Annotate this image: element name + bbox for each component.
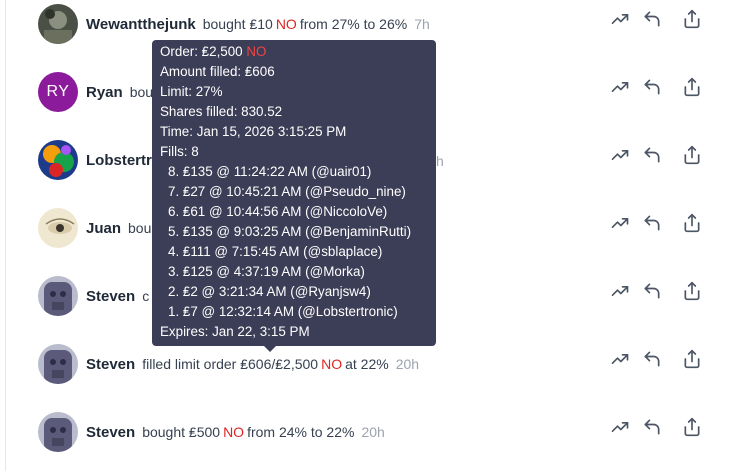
tooltip-fills-label: Fills: 8 — [160, 144, 199, 159]
view-trend-button[interactable] — [609, 144, 631, 170]
reply-icon — [642, 9, 662, 34]
username[interactable]: Wewantthejunk — [86, 16, 196, 33]
reply-button[interactable] — [641, 280, 663, 306]
tooltip-fill-item: 6. ₤61 @ 10:44:56 AM (@NiccoloVe) — [168, 204, 388, 219]
share-button[interactable] — [681, 212, 703, 238]
reply-button[interactable] — [641, 212, 663, 238]
outcome-label: NO — [321, 355, 343, 372]
avatar[interactable] — [38, 208, 78, 248]
order-tooltip: Order: ₤2,500 NO Amount filled: ₤606 Lim… — [152, 40, 436, 352]
trending-up-icon — [610, 349, 630, 374]
username[interactable]: Ryan — [86, 84, 123, 101]
feed-item: Wewantthejunk bought ₤10 NO from 27% to … — [38, 4, 708, 44]
share-button[interactable] — [681, 76, 703, 102]
tooltip-fill-item: 5. ₤135 @ 9:03:25 AM (@BenjaminRutti) — [168, 224, 412, 239]
share-icon — [682, 8, 702, 35]
trade-description: bought ₤500 — [142, 423, 221, 440]
trade-description: filled limit order ₤606/₤2,500 — [142, 355, 319, 372]
outcome-label: NO — [223, 423, 245, 440]
share-icon — [682, 144, 702, 171]
view-trend-button[interactable] — [609, 280, 631, 306]
reply-button[interactable] — [641, 76, 663, 102]
tooltip-order-outcome: NO — [246, 44, 267, 59]
tooltip-fill-item: 1. ₤7 @ 12:32:14 AM (@Lobstertronic) — [168, 304, 398, 319]
reply-icon — [642, 417, 662, 442]
tooltip-expires: Expires: Jan 22, 3:15 PM — [160, 324, 310, 339]
username[interactable]: Steven — [86, 424, 135, 441]
tooltip-arrow — [264, 346, 276, 352]
trade-description: bought ₤10 — [202, 15, 273, 32]
avatar[interactable] — [38, 140, 78, 180]
trending-up-icon — [610, 281, 630, 306]
view-trend-button[interactable] — [609, 8, 631, 34]
trending-up-icon — [610, 213, 630, 238]
trade-description: bou — [129, 83, 154, 100]
username[interactable]: Steven — [86, 288, 135, 305]
outcome-label: NO — [275, 15, 297, 32]
reply-icon — [642, 281, 662, 306]
timestamp: 7h — [414, 15, 430, 32]
share-icon — [682, 76, 702, 103]
feed-item: Steven filled limit order ₤606/₤2,500 NO… — [38, 344, 708, 384]
trade-description: c — [142, 287, 150, 304]
avatar[interactable] — [38, 412, 78, 452]
tooltip-limit: Limit: 27% — [160, 84, 223, 99]
share-button[interactable] — [681, 416, 703, 442]
tooltip-amount-filled: Amount filled: ₤606 — [160, 64, 275, 79]
reply-icon — [642, 349, 662, 374]
trending-up-icon — [610, 9, 630, 34]
reply-button[interactable] — [641, 348, 663, 374]
trade-description-tail: from 27% to 26% — [299, 15, 408, 32]
tooltip-order-amount: Order: ₤2,500 — [160, 44, 243, 59]
timestamp: 20h — [395, 355, 420, 372]
feed-item: Steven bought ₤500 NO from 24% to 22% 20… — [38, 412, 708, 452]
share-icon — [682, 416, 702, 443]
reply-button[interactable] — [641, 8, 663, 34]
avatar[interactable] — [38, 4, 78, 44]
tooltip-fill-item: 3. ₤125 @ 4:37:19 AM (@Morka) — [168, 264, 365, 279]
tooltip-fill-item: 2. ₤2 @ 3:21:34 AM (@Ryanjsw4) — [168, 284, 371, 299]
trade-description: bou — [128, 219, 152, 236]
share-button[interactable] — [681, 280, 703, 306]
share-button[interactable] — [681, 8, 703, 34]
username[interactable]: Steven — [86, 356, 135, 373]
view-trend-button[interactable] — [609, 416, 631, 442]
reply-icon — [642, 77, 662, 102]
share-button[interactable] — [681, 144, 703, 170]
left-divider — [5, 0, 6, 471]
reply-icon — [642, 145, 662, 170]
share-icon — [682, 212, 702, 239]
tooltip-time: Time: Jan 15, 2026 3:15:25 PM — [160, 124, 347, 139]
trade-description-tail: from 24% to 22% — [247, 423, 355, 440]
timestamp: h — [436, 153, 444, 169]
reply-button[interactable] — [641, 144, 663, 170]
trade-description-tail: at 22% — [345, 355, 389, 372]
tooltip-fill-item: 7. ₤27 @ 10:45:21 AM (@Pseudo_nine) — [168, 184, 406, 199]
username[interactable]: Lobstertr — [86, 152, 152, 169]
share-button[interactable] — [681, 348, 703, 374]
tooltip-shares-filled: Shares filled: 830.52 — [160, 104, 283, 119]
reply-icon — [642, 213, 662, 238]
avatar[interactable] — [38, 276, 78, 316]
tooltip-fill-item: 8. ₤135 @ 11:24:22 AM (@uair01) — [168, 164, 372, 179]
reply-button[interactable] — [641, 416, 663, 442]
avatar[interactable] — [38, 344, 78, 384]
tooltip-order: Order: ₤2,500 NO — [160, 42, 436, 62]
timestamp: 20h — [361, 423, 385, 440]
trending-up-icon — [610, 77, 630, 102]
view-trend-button[interactable] — [609, 76, 631, 102]
username[interactable]: Juan — [86, 220, 121, 237]
share-icon — [682, 280, 702, 307]
view-trend-button[interactable] — [609, 212, 631, 238]
trending-up-icon — [610, 145, 630, 170]
view-trend-button[interactable] — [609, 348, 631, 374]
trending-up-icon — [610, 417, 630, 442]
tooltip-fill-item: 4. ₤111 @ 7:15:45 AM (@sblaplace) — [168, 244, 383, 259]
share-icon — [682, 348, 702, 375]
avatar[interactable]: RY — [38, 72, 78, 112]
